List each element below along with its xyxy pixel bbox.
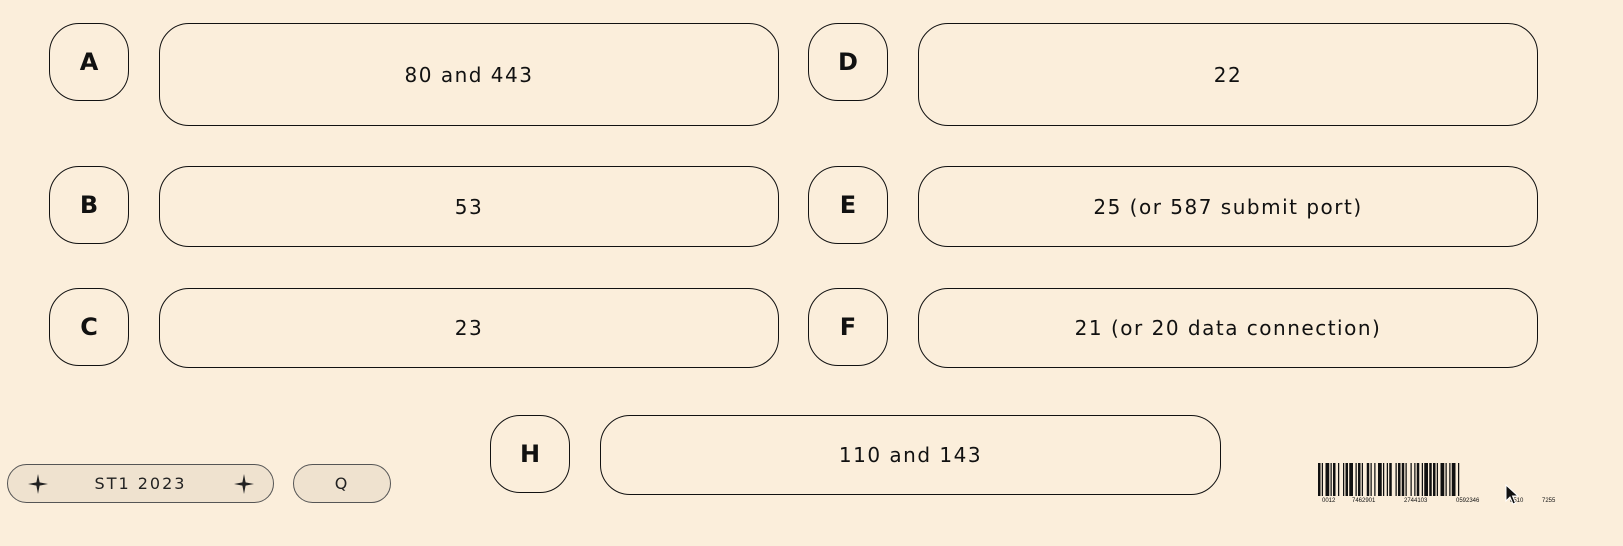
choice-answer-e[interactable]: 25 (or 587 submit port) — [918, 166, 1538, 247]
choice-answer-h[interactable]: 110 and 143 — [600, 415, 1221, 495]
choice-answer-f[interactable]: 21 (or 20 data connection) — [918, 288, 1538, 368]
brand-label: ST1 2023 — [94, 474, 187, 493]
barcode-digit-group: 0592346 — [1456, 498, 1480, 504]
barcode-digit-group: 7255 — [1542, 498, 1556, 504]
choice-letter-f[interactable]: F — [808, 288, 888, 366]
choice-letter-e[interactable]: E — [808, 166, 888, 244]
brand-pill[interactable]: ST1 2023 — [7, 464, 274, 503]
mouse-pointer-icon — [1505, 484, 1520, 505]
choice-letter-c[interactable]: C — [49, 288, 129, 366]
choice-answer-d[interactable]: 22 — [918, 23, 1538, 126]
barcode-digit-group: 2744103 — [1404, 498, 1428, 504]
sparkle-icon — [28, 474, 48, 494]
choice-answer-a[interactable]: 80 and 443 — [159, 23, 779, 126]
choice-letter-h[interactable]: H — [490, 415, 570, 493]
sparkle-icon — [234, 474, 254, 494]
barcode-digit-group: 0012 — [1322, 498, 1336, 504]
choice-letter-a[interactable]: A — [49, 23, 129, 101]
choice-letter-d[interactable]: D — [808, 23, 888, 101]
choice-answer-b[interactable]: 53 — [159, 166, 779, 247]
barcode-digit-group: 7462901 — [1352, 498, 1376, 504]
choice-letter-b[interactable]: B — [49, 166, 129, 244]
choice-answer-c[interactable]: 23 — [159, 288, 779, 368]
q-label: Q — [334, 474, 350, 493]
barcode-digits: 0012 7462901 2744103 0592346 8510 7255 — [1318, 498, 1560, 508]
q-button[interactable]: Q — [293, 464, 391, 503]
